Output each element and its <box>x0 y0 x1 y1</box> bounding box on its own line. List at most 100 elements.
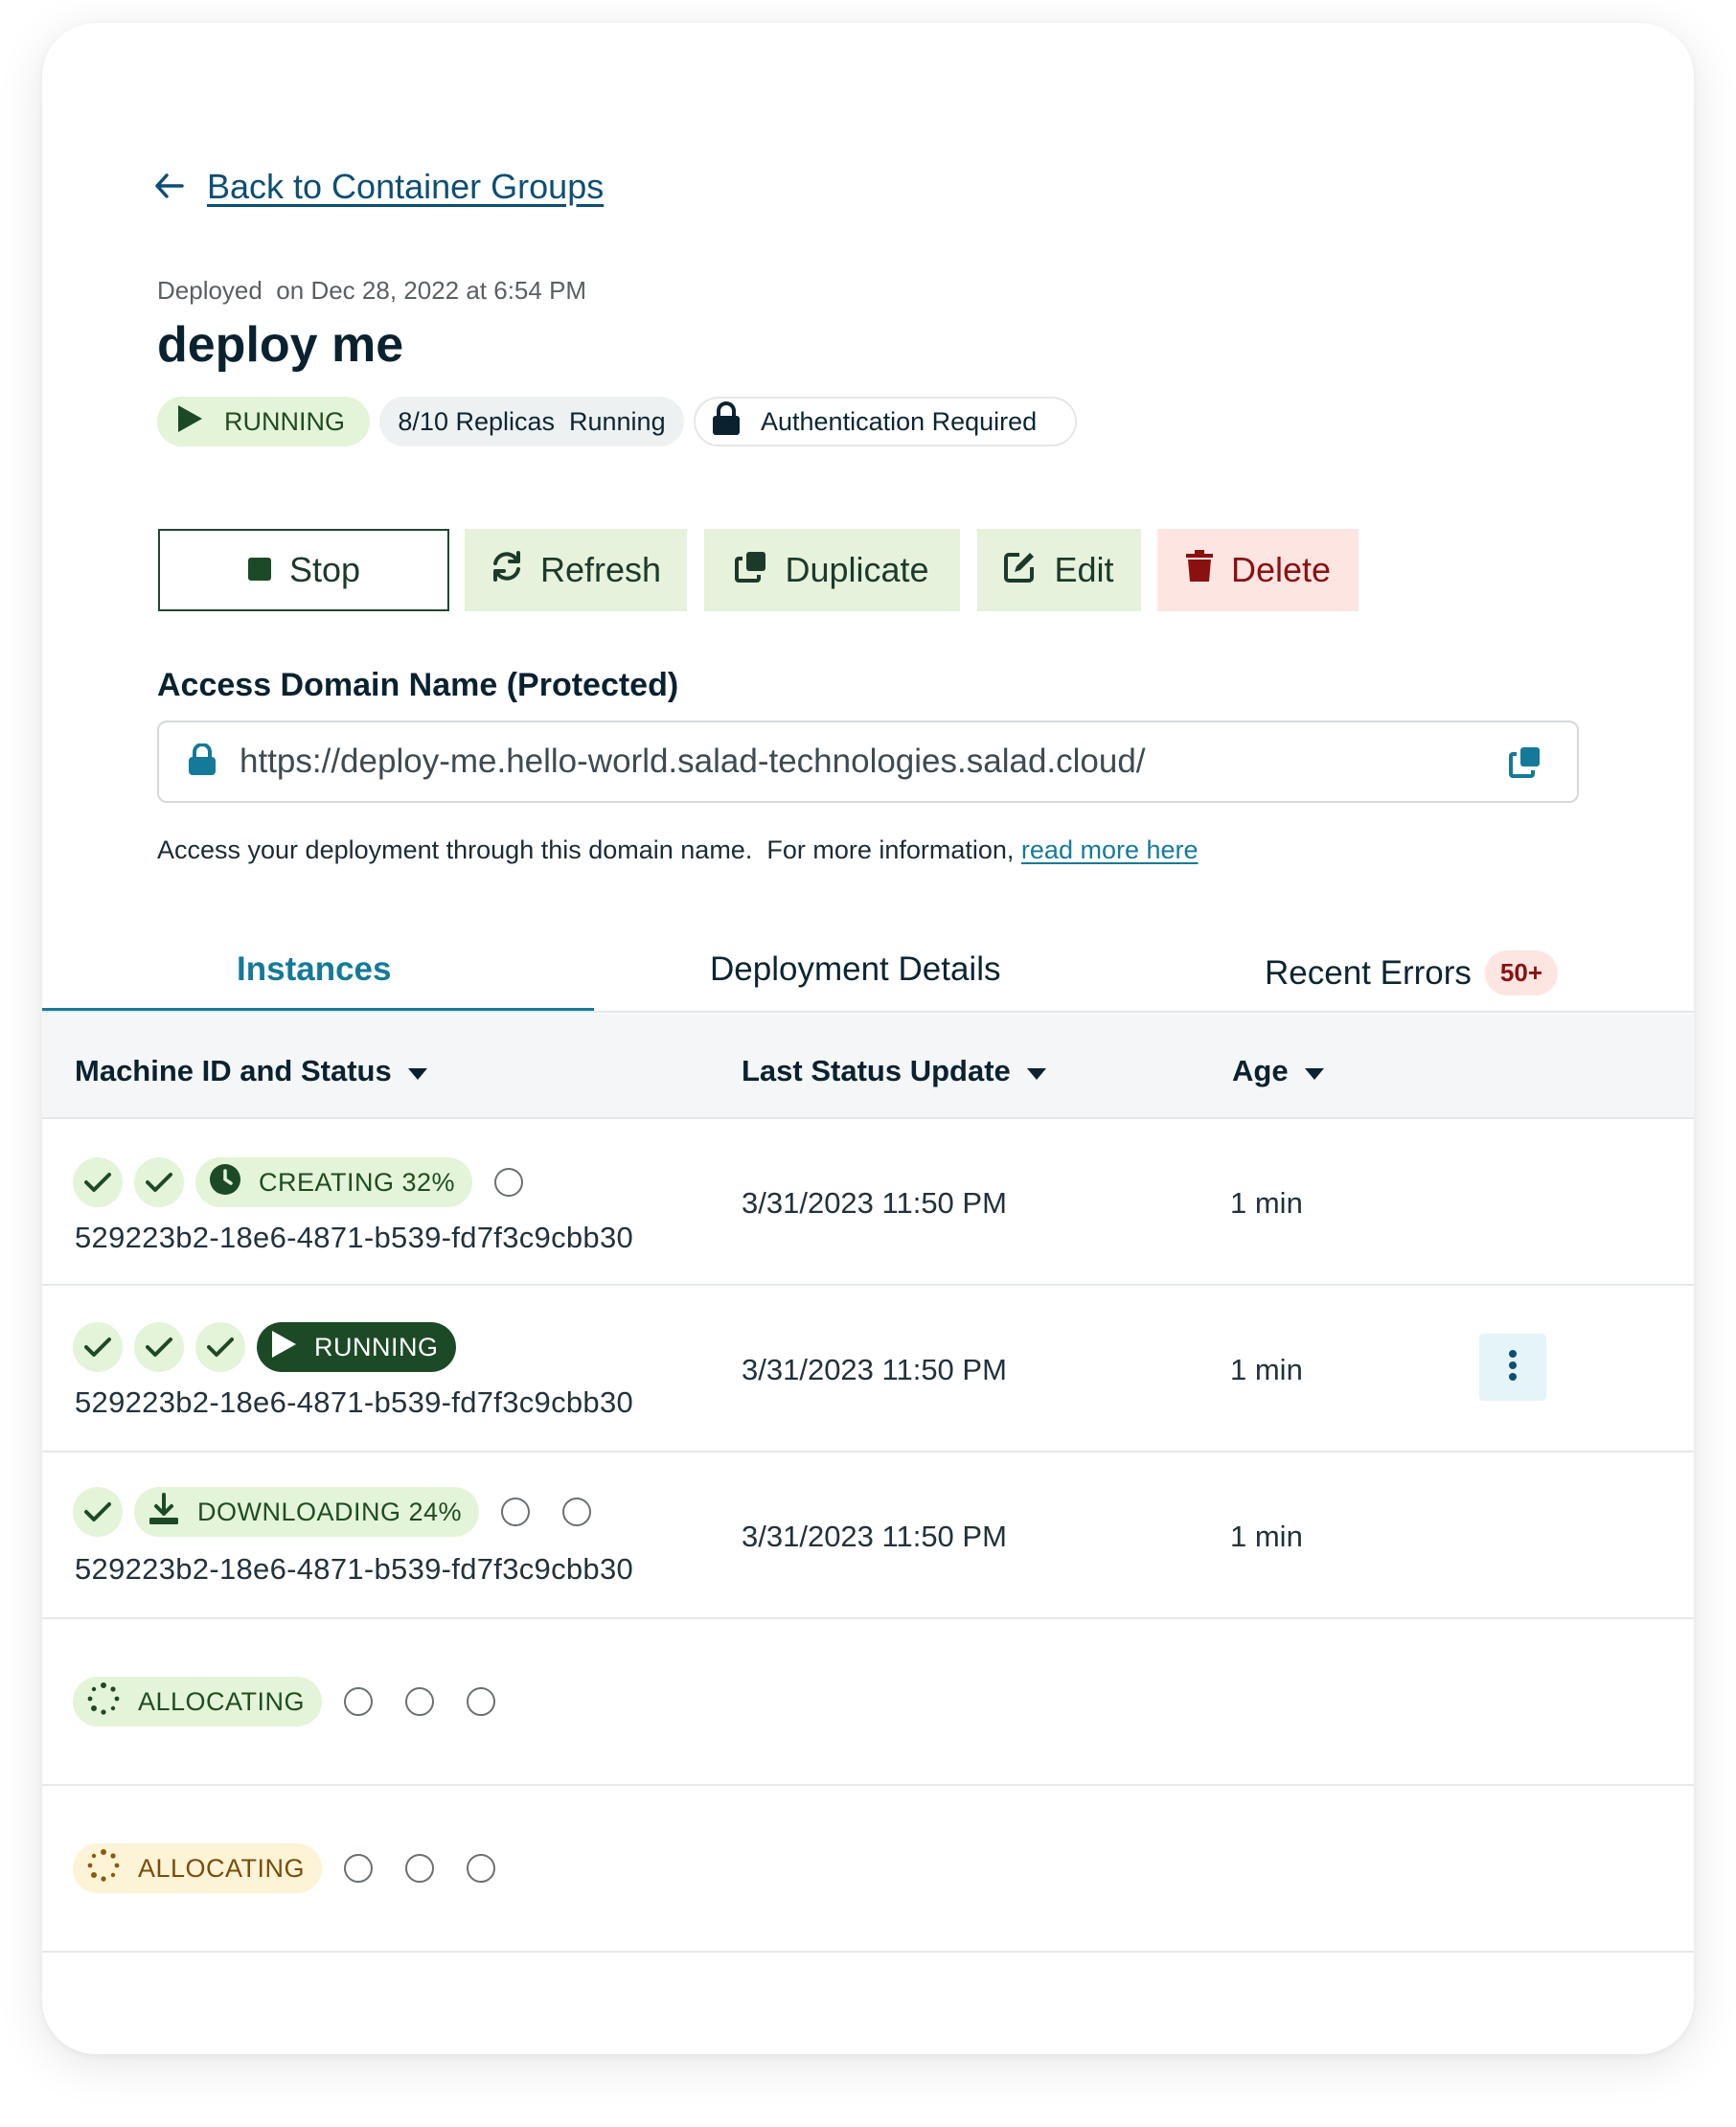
clock-icon <box>209 1163 241 1202</box>
last-status-update: 3/31/2023 11:50 PM <box>742 1186 1007 1220</box>
status-steps: RUNNING <box>73 1322 456 1372</box>
column-header-last-status-update[interactable]: Last Status Update <box>742 1054 1047 1088</box>
status-badge-running: RUNNING <box>157 397 370 446</box>
check-icon <box>73 1157 123 1207</box>
refresh-icon <box>491 550 523 591</box>
tab-instances[interactable]: Instances <box>237 950 391 989</box>
help-text: Access your deployment through this doma… <box>157 835 1021 864</box>
tab-divider <box>42 1011 1694 1013</box>
edit-button-label: Edit <box>1054 550 1114 589</box>
table-row[interactable]: CREATING 32% 529223b2-18e6-4871-b539-fd7… <box>42 1119 1694 1286</box>
stop-square-icon <box>247 550 272 590</box>
status-steps: DOWNLOADING 24% <box>73 1487 602 1537</box>
check-icon <box>134 1157 184 1207</box>
column-header-age[interactable]: Age <box>1232 1054 1325 1088</box>
age: 1 min <box>1230 1353 1303 1386</box>
tab-recent-errors[interactable]: Recent Errors 50+ <box>1265 950 1559 995</box>
row-actions-button[interactable] <box>1479 1334 1546 1401</box>
column-header-label: Age <box>1232 1054 1289 1087</box>
caret-down-icon <box>1304 1054 1325 1088</box>
stop-button-label: Stop <box>288 550 361 589</box>
machine-id: 529223b2-18e6-4871-b539-fd7f3c9cbb30 <box>75 1552 634 1586</box>
status-steps: CREATING 32% <box>73 1157 534 1207</box>
caret-down-icon <box>1026 1054 1047 1088</box>
back-to-container-groups-link[interactable]: Back to Container Groups <box>155 167 604 207</box>
status-pill-running: RUNNING <box>257 1322 456 1372</box>
pending-step-icon <box>552 1487 602 1537</box>
pending-step-icon <box>395 1677 445 1727</box>
tab-recent-errors-label: Recent Errors <box>1265 953 1472 992</box>
status-pill-label: RUNNING <box>314 1332 439 1361</box>
check-icon <box>73 1487 123 1537</box>
access-domain-url: https://deploy-me.hello-world.salad-tech… <box>240 743 1146 780</box>
pending-step-icon <box>491 1487 540 1537</box>
pending-step-icon <box>395 1843 445 1893</box>
table-row[interactable]: ALLOCATING <box>42 1786 1694 1953</box>
play-icon <box>270 1330 297 1365</box>
status-pill-label: ALLOCATING <box>138 1853 306 1883</box>
table-row[interactable]: DOWNLOADING 24% 529223b2-18e6-4871-b539-… <box>42 1452 1694 1619</box>
duplicate-button[interactable]: Duplicate <box>704 529 960 611</box>
auth-required-badge: Authentication Required <box>694 397 1077 446</box>
page-title: deploy me <box>157 317 404 373</box>
column-header-label: Last Status Update <box>742 1054 1011 1087</box>
arrow-left-icon <box>155 167 184 207</box>
delete-button-label: Delete <box>1230 550 1332 589</box>
age: 1 min <box>1230 1186 1303 1220</box>
delete-button[interactable]: Delete <box>1157 529 1359 611</box>
lock-icon <box>188 742 217 781</box>
pending-step-icon <box>484 1157 534 1207</box>
status-pill-label: CREATING 32% <box>259 1167 456 1197</box>
column-header-machine-id[interactable]: Machine ID and Status <box>75 1054 428 1088</box>
spinner-icon <box>86 1681 121 1723</box>
status-pill-downloading: DOWNLOADING 24% <box>134 1487 480 1537</box>
table-row[interactable]: RUNNING 529223b2-18e6-4871-b539-fd7f3c9c… <box>42 1286 1694 1452</box>
pending-step-icon <box>456 1843 506 1893</box>
lock-icon <box>711 400 742 443</box>
kebab-menu-icon <box>1508 1349 1518 1386</box>
refresh-button-label: Refresh <box>539 550 662 589</box>
pending-step-icon <box>333 1677 383 1727</box>
auth-badge-label: Authentication Required <box>761 406 1038 436</box>
play-icon <box>176 404 203 440</box>
status-pill-allocating: ALLOCATING <box>73 1677 323 1727</box>
duplicate-icon <box>735 550 767 591</box>
edit-icon <box>1004 550 1037 591</box>
access-domain-help: Access your deployment through this doma… <box>157 835 1199 865</box>
trash-icon <box>1185 549 1214 591</box>
tab-deployment-details[interactable]: Deployment Details <box>710 950 1000 989</box>
download-icon <box>148 1492 180 1532</box>
status-badge-label: RUNNING <box>224 406 345 436</box>
error-count-badge: 50+ <box>1484 950 1559 995</box>
access-domain-title: Access Domain Name (Protected) <box>157 667 679 703</box>
pending-step-icon <box>333 1843 383 1893</box>
check-icon <box>195 1322 245 1372</box>
deployed-timestamp: Deployed on Dec 28, 2022 at 6:54 PM <box>157 276 587 305</box>
check-icon <box>73 1322 123 1372</box>
status-pill-creating: CREATING 32% <box>195 1157 473 1207</box>
last-status-update: 3/31/2023 11:50 PM <box>742 1353 1007 1386</box>
pending-step-icon <box>456 1677 506 1727</box>
status-pill-allocating: ALLOCATING <box>73 1843 323 1893</box>
age: 1 min <box>1230 1520 1303 1553</box>
table-row[interactable]: ALLOCATING <box>42 1619 1694 1786</box>
status-steps: ALLOCATING <box>73 1843 506 1893</box>
container-group-card: Back to Container Groups Deployed on Dec… <box>42 23 1694 2054</box>
duplicate-button-label: Duplicate <box>785 550 929 589</box>
machine-id: 529223b2-18e6-4871-b539-fd7f3c9cbb30 <box>75 1385 634 1419</box>
last-status-update: 3/31/2023 11:50 PM <box>742 1520 1007 1553</box>
status-steps: ALLOCATING <box>73 1677 506 1727</box>
read-more-link[interactable]: read more here <box>1021 835 1199 864</box>
refresh-button[interactable]: Refresh <box>465 529 687 611</box>
status-pill-label: ALLOCATING <box>138 1686 306 1716</box>
edit-button[interactable]: Edit <box>977 529 1141 611</box>
stop-button[interactable]: Stop <box>158 529 449 611</box>
copy-icon[interactable] <box>1496 745 1554 778</box>
access-domain-field[interactable]: https://deploy-me.hello-world.salad-tech… <box>157 720 1579 803</box>
column-header-label: Machine ID and Status <box>75 1054 392 1087</box>
spinner-icon <box>86 1848 121 1889</box>
machine-id: 529223b2-18e6-4871-b539-fd7f3c9cbb30 <box>75 1221 634 1254</box>
caret-down-icon <box>407 1054 428 1088</box>
back-link-label: Back to Container Groups <box>207 167 605 206</box>
replicas-badge-label: 8/10 Replicas Running <box>398 406 666 436</box>
